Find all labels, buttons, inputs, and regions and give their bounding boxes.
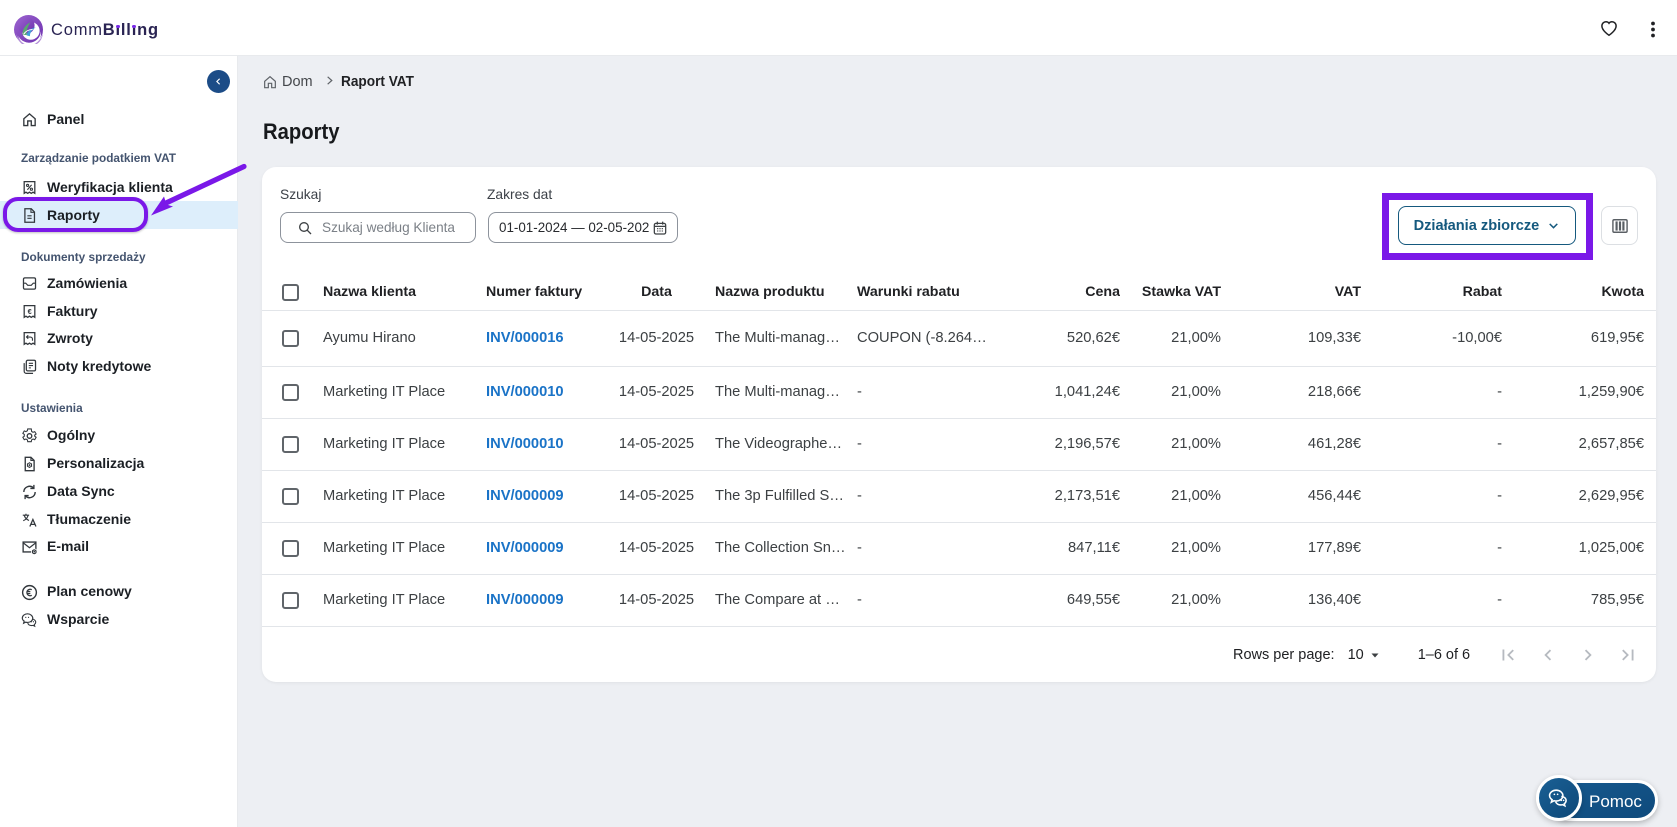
- svg-text:€: €: [28, 307, 32, 316]
